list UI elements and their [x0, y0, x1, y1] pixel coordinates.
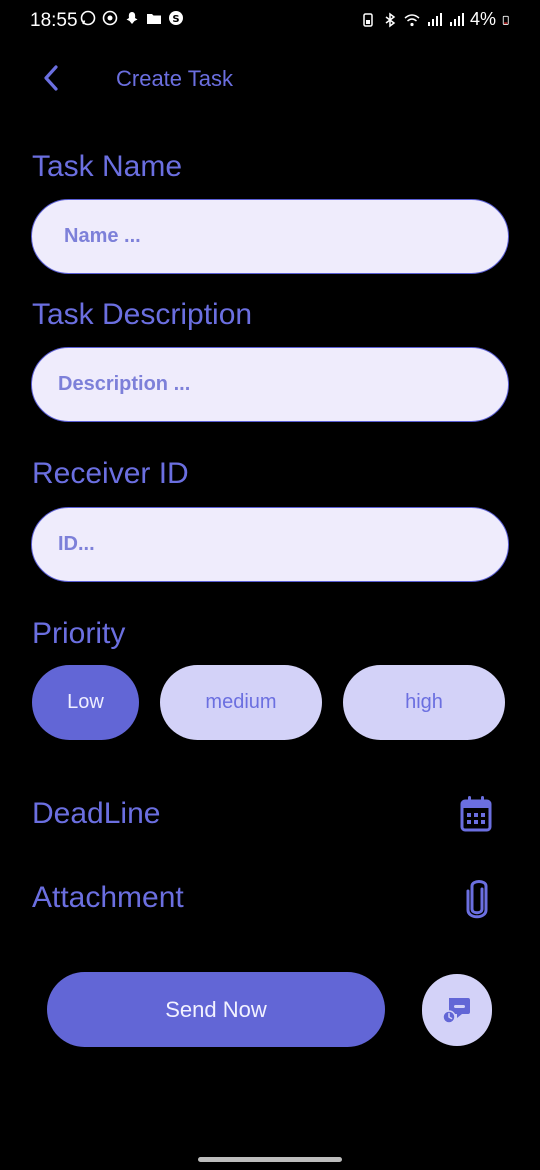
whatsapp-icon [80, 10, 96, 26]
priority-medium-chip[interactable]: medium [160, 665, 322, 740]
send-now-button[interactable]: Send Now [47, 972, 385, 1047]
scheduled-message-icon [442, 998, 470, 1024]
scheduled-message-button[interactable] [422, 974, 492, 1046]
app-notification-icon [102, 10, 118, 26]
task-name-input[interactable] [32, 200, 508, 273]
paperclip-icon [466, 880, 488, 919]
wifi-icon [404, 13, 420, 26]
signal-icon-2 [449, 12, 464, 26]
bluetooth-icon [385, 12, 396, 27]
battery-icon [502, 15, 509, 25]
status-bar: 18:55 S 4% [0, 0, 540, 40]
battery-percent: 4% [469, 9, 496, 29]
calendar-icon [460, 796, 492, 832]
folder-icon [147, 14, 161, 24]
task-description-input[interactable] [32, 348, 508, 421]
task-name-label: Task Name [32, 150, 183, 183]
back-button[interactable] [34, 61, 68, 95]
task-description-label: Task Description [32, 298, 253, 331]
receiver-id-label: Receiver ID [32, 457, 189, 490]
attachment-label: Attachment [32, 881, 184, 914]
battery-saver-icon [363, 12, 373, 27]
page-title: Create Task [116, 66, 233, 91]
signal-icon [427, 12, 442, 26]
deadline-picker-button[interactable] [458, 795, 494, 838]
app-s-icon: S [169, 11, 183, 25]
priority-label: Priority [32, 617, 126, 650]
receiver-id-input[interactable] [32, 508, 508, 581]
snapchat-icon [126, 12, 138, 24]
attachment-button[interactable] [462, 877, 492, 926]
priority-high-chip[interactable]: high [343, 665, 505, 740]
system-status-icons: 4% [360, 9, 512, 30]
home-indicator[interactable] [198, 1157, 342, 1162]
status-time: 18:55 [30, 10, 78, 31]
notification-icons: S [80, 10, 184, 26]
app-bar: Create Task [0, 55, 540, 101]
receiver-id-field [31, 507, 509, 582]
back-arrow-icon [44, 65, 58, 91]
priority-low-chip[interactable]: Low [32, 665, 139, 740]
task-description-field [31, 347, 509, 422]
task-name-field [31, 199, 509, 274]
deadline-label: DeadLine [32, 797, 161, 830]
svg-text:S: S [172, 14, 179, 25]
